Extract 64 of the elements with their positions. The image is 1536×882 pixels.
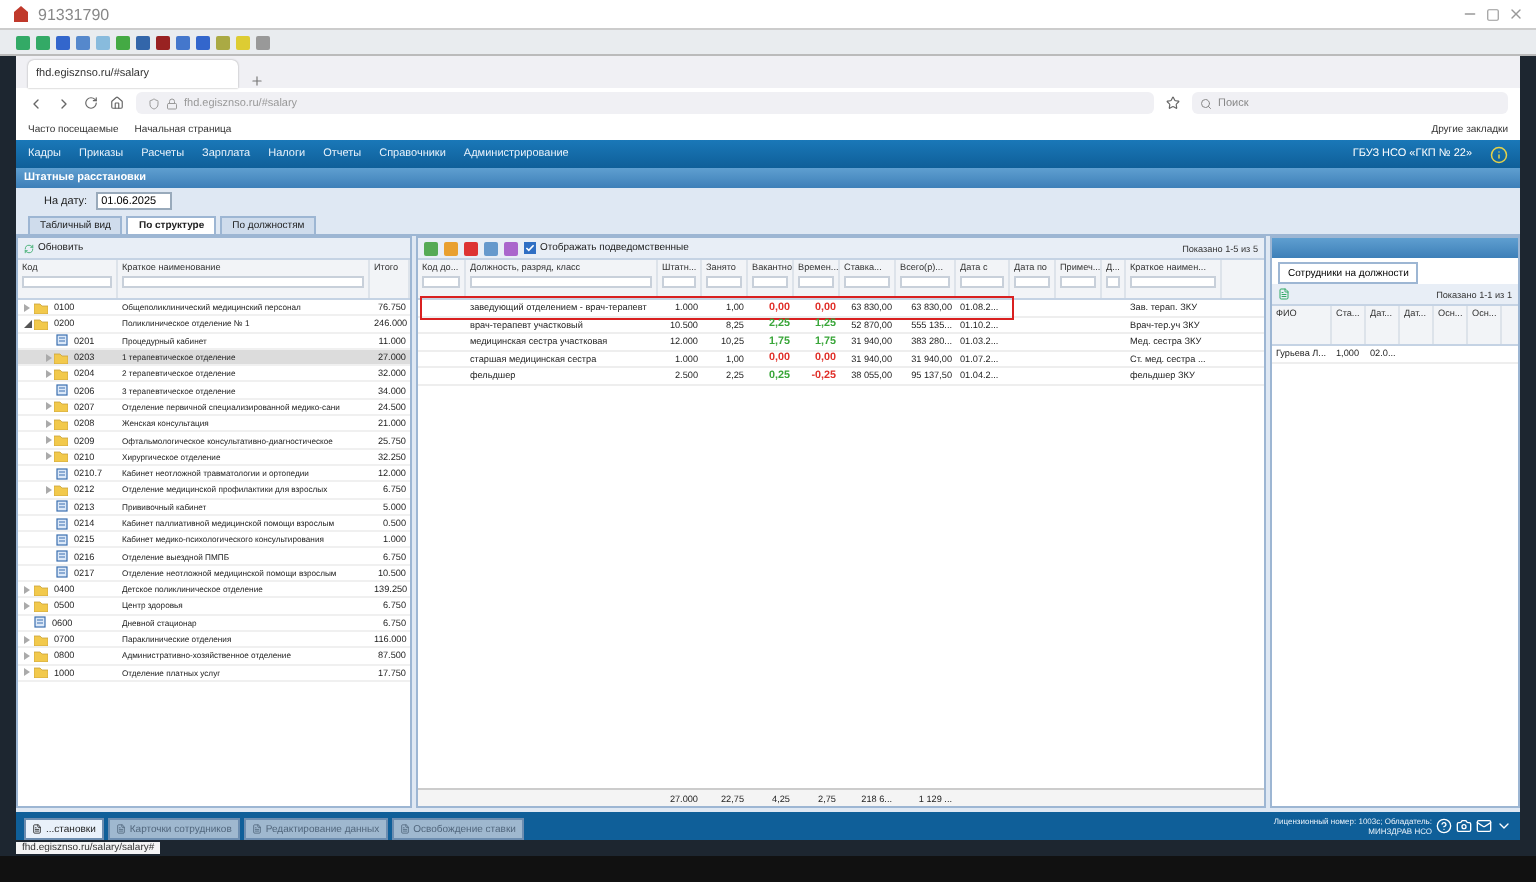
back-icon[interactable] — [28, 95, 44, 111]
filter-field[interactable] — [422, 276, 460, 288]
filter-field[interactable] — [1014, 276, 1050, 288]
document-icon — [251, 824, 262, 834]
filter-field[interactable] — [752, 276, 788, 288]
close-icon[interactable] — [1508, 6, 1524, 22]
lock-icon — [166, 97, 178, 109]
document-icon — [56, 550, 68, 563]
document-icon — [56, 566, 68, 579]
filter-field[interactable] — [22, 276, 112, 288]
document-icon — [115, 824, 126, 834]
filter-field[interactable] — [844, 276, 890, 288]
forward-icon[interactable] — [56, 95, 72, 111]
mail-icon[interactable] — [1476, 818, 1492, 834]
home-icon[interactable] — [110, 96, 124, 110]
document-icon[interactable] — [1278, 288, 1290, 300]
filter-field[interactable] — [470, 276, 652, 288]
expand-arrow-icon[interactable] — [24, 651, 30, 660]
filter-field[interactable] — [122, 276, 364, 288]
document-icon — [56, 384, 68, 397]
checkbox[interactable] — [524, 242, 536, 254]
expand-arrow-icon[interactable] — [24, 635, 30, 644]
expand-arrow-icon[interactable] — [46, 353, 52, 362]
filter-field[interactable] — [1130, 276, 1216, 288]
refresh-icon — [24, 243, 34, 253]
expand-arrow-icon[interactable] — [24, 601, 30, 610]
shield-icon — [148, 97, 160, 109]
camera-icon[interactable] — [1456, 818, 1472, 834]
expand-arrow-icon[interactable] — [46, 402, 52, 411]
expand-arrow-icon[interactable] — [46, 369, 52, 378]
reload-icon[interactable] — [84, 96, 98, 110]
expand-arrow-icon[interactable] — [24, 303, 30, 312]
document-icon — [56, 500, 68, 513]
bookmark-star-icon[interactable] — [1166, 96, 1180, 110]
expand-arrow-icon[interactable] — [46, 452, 52, 461]
filter-field[interactable] — [662, 276, 696, 288]
collapse-arrow-icon[interactable] — [23, 319, 31, 328]
expand-arrow-icon[interactable] — [46, 436, 52, 445]
search-icon — [1200, 97, 1212, 109]
filter-field[interactable] — [706, 276, 742, 288]
expand-arrow-icon[interactable] — [46, 485, 52, 494]
expand-arrow-icon[interactable] — [46, 419, 52, 428]
document-icon — [56, 467, 68, 480]
filter-field[interactable] — [1060, 276, 1096, 288]
document-icon — [34, 616, 46, 629]
window-title: 91331790 — [38, 5, 112, 23]
help-icon[interactable] — [1436, 818, 1452, 834]
filter-field[interactable] — [900, 276, 950, 288]
folder-icon — [54, 483, 68, 496]
filter-field[interactable] — [960, 276, 1004, 288]
maximize-icon[interactable] — [1486, 7, 1500, 21]
document-icon — [56, 533, 68, 546]
document-icon — [399, 824, 410, 834]
filter-field[interactable] — [1106, 276, 1120, 288]
info-icon[interactable] — [1490, 145, 1508, 163]
filter-field[interactable] — [798, 276, 834, 288]
app-logo-icon — [12, 6, 30, 22]
expand-arrow-icon[interactable] — [24, 668, 30, 677]
expand-arrow-icon[interactable] — [24, 585, 30, 594]
document-icon — [32, 824, 42, 834]
new-tab-icon[interactable] — [250, 74, 264, 88]
document-icon — [56, 334, 68, 347]
document-icon — [56, 517, 68, 529]
dropdown-icon[interactable] — [1496, 818, 1512, 834]
